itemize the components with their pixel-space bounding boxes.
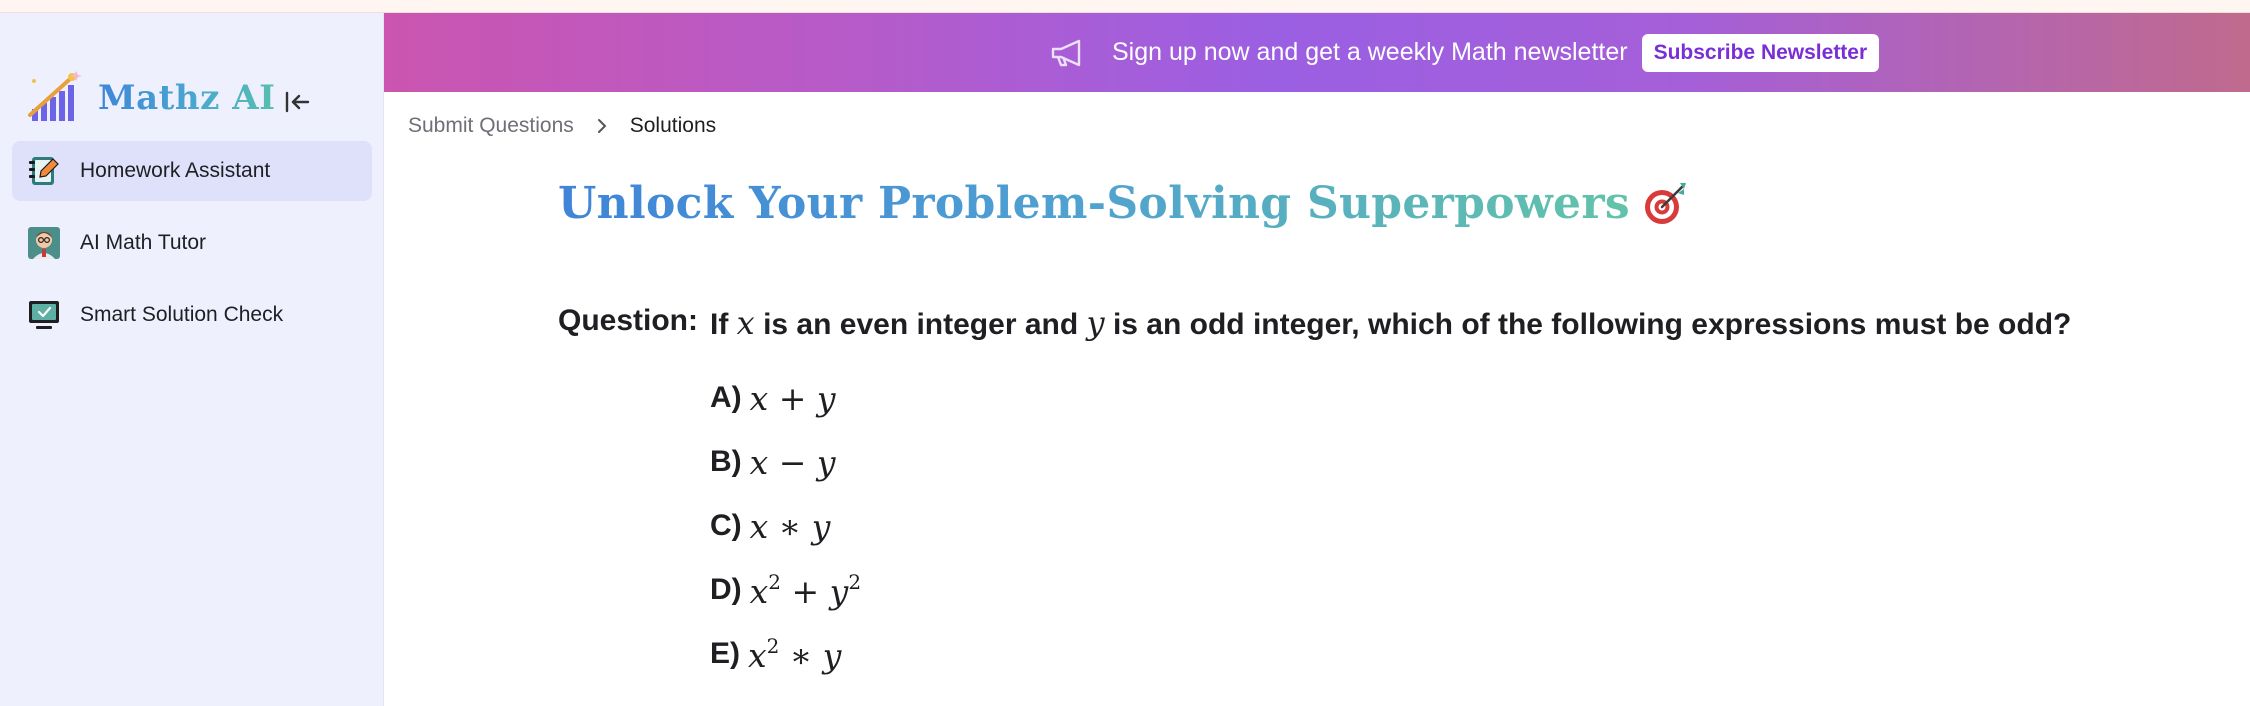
- expr-operator: +: [768, 378, 817, 418]
- option-c: C) x ∗ y: [710, 494, 861, 558]
- expr-term: x: [748, 635, 767, 675]
- banner-text: Sign up now and get a weekly Math newsle…: [1112, 38, 1628, 66]
- option-letter: C): [710, 509, 742, 542]
- question-text-part: If: [710, 308, 729, 341]
- breadcrumb-solutions: Solutions: [629, 114, 717, 137]
- brand[interactable]: Mathz AI: [26, 58, 276, 138]
- option-expression: x2 ∗ y: [748, 634, 841, 675]
- sidebar-item-smart-solution-check[interactable]: Smart Solution Check: [12, 285, 372, 345]
- expr-term: y: [811, 506, 831, 546]
- page-title: Unlock Your Problem-Solving Superpowers: [558, 178, 1630, 229]
- expr-exponent: 2: [848, 569, 862, 594]
- sidebar-item-ai-math-tutor[interactable]: AI Math Tutor: [12, 213, 372, 273]
- breadcrumb-submit-questions[interactable]: Submit Questions: [408, 114, 574, 138]
- expr-exponent: 2: [768, 569, 782, 594]
- expr-exponent: 2: [766, 633, 780, 658]
- option-letter: B): [710, 445, 742, 478]
- option-letter: D): [710, 573, 742, 606]
- math-variable-x: x: [736, 304, 755, 342]
- math-variable-y: y: [1086, 304, 1105, 342]
- expr-term: y: [822, 635, 842, 675]
- sidebar-item-label: Smart Solution Check: [80, 303, 284, 326]
- expr-term: y: [816, 442, 836, 482]
- option-expression: x − y: [750, 443, 836, 482]
- expr-term: x: [749, 442, 769, 482]
- expr-term: x: [749, 571, 769, 611]
- target-dart-icon: [1640, 179, 1690, 229]
- expr-term: x: [749, 506, 769, 546]
- app-name: Mathz AI: [98, 78, 276, 118]
- option-letter: E): [710, 637, 740, 670]
- top-strip: [0, 0, 2250, 13]
- newsletter-banner: Sign up now and get a weekly Math newsle…: [384, 13, 2250, 92]
- question-text: If x is an even integer and y is an odd …: [710, 304, 2071, 342]
- question-text-part: is an even integer and: [763, 308, 1079, 341]
- option-expression: x + y: [750, 379, 836, 418]
- option-a: A) x + y: [710, 366, 861, 430]
- expr-term: x: [749, 378, 769, 418]
- expr-operator: ∗: [779, 635, 823, 675]
- option-letter: A): [710, 381, 742, 414]
- expr-operator: ∗: [768, 506, 812, 546]
- collapse-sidebar-button[interactable]: [278, 83, 316, 121]
- chevron-right-icon: [596, 118, 608, 134]
- expr-term: y: [829, 571, 849, 611]
- option-b: B) x − y: [710, 430, 861, 494]
- option-e: E) x2 ∗ y: [710, 622, 861, 686]
- sidebar-nav: Homework Assistant AI Math Tutor Smart S…: [12, 141, 372, 357]
- notebook-pencil-icon: [26, 153, 62, 189]
- expr-term: y: [816, 378, 836, 418]
- expr-operator: +: [781, 571, 830, 611]
- sidebar-item-label: Homework Assistant: [80, 159, 271, 182]
- sidebar-item-label: AI Math Tutor: [80, 231, 207, 254]
- option-d: D) x2 + y2: [710, 558, 861, 622]
- sidebar-item-homework-assistant[interactable]: Homework Assistant: [12, 141, 372, 201]
- breadcrumb: Submit Questions Solutions: [408, 114, 716, 138]
- megaphone-icon: [1048, 33, 1088, 73]
- monitor-check-icon: [26, 297, 62, 333]
- option-expression: x2 + y2: [750, 570, 861, 611]
- subscribe-newsletter-button[interactable]: Subscribe Newsletter: [1641, 33, 1880, 72]
- tutor-avatar-icon: [26, 225, 62, 261]
- answer-options: A) x + y B) x − y C) x ∗ y D) x2 + y2 E)…: [710, 366, 861, 686]
- sidebar: Mathz AI Homework Assistant AI Math Tuto…: [0, 13, 384, 706]
- page-title-row: Unlock Your Problem-Solving Superpowers: [558, 178, 1690, 229]
- question-label: Question:: [558, 304, 698, 337]
- expr-operator: −: [768, 442, 817, 482]
- option-expression: x ∗ y: [750, 507, 831, 546]
- chart-wand-logo-icon: [26, 69, 84, 127]
- question-text-part: is an odd integer, which of the followin…: [1112, 308, 2072, 341]
- collapse-left-icon: [285, 91, 310, 113]
